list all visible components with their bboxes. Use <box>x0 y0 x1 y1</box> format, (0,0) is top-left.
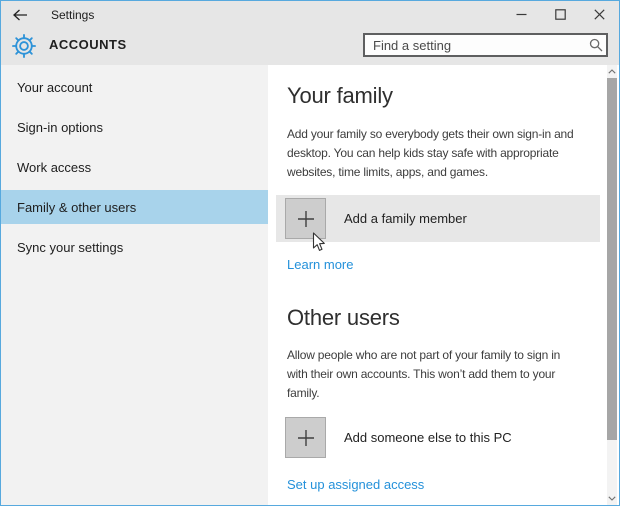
your-family-heading: Your family <box>287 83 393 108</box>
other-users-description-line: with their own accounts. This won’t add … <box>287 367 556 381</box>
maximize-icon <box>555 9 566 20</box>
page-header: ACCOUNTS <box>1 28 619 65</box>
add-family-member-button[interactable]: Add a family member <box>276 195 600 242</box>
close-icon <box>594 9 605 20</box>
chevron-up-icon <box>608 69 616 74</box>
minimize-button[interactable] <box>502 1 541 28</box>
your-family-description-line: websites, time limits, apps, and games. <box>287 165 488 179</box>
vertical-scrollbar[interactable] <box>607 65 617 505</box>
learn-more-link[interactable]: Learn more <box>287 257 353 272</box>
window-controls <box>502 1 619 28</box>
search-box <box>363 33 608 57</box>
close-button[interactable] <box>580 1 619 28</box>
add-family-member-label: Add a family member <box>344 211 467 226</box>
chevron-down-icon <box>608 496 616 501</box>
your-family-description-line: Add your family so everybody gets their … <box>287 127 574 141</box>
maximize-button[interactable] <box>541 1 580 28</box>
other-users-description-line: family. <box>287 386 320 400</box>
minimize-icon <box>516 13 527 16</box>
sidebar-item-family-other-users[interactable]: Family & other users <box>1 190 268 224</box>
settings-window: Settings ACCOUNTS Find a setting Your ac… <box>0 0 620 506</box>
other-users-heading: Other users <box>287 305 400 330</box>
search-input[interactable] <box>365 35 586 55</box>
sidebar-item-sync-your-settings[interactable]: Sync your settings <box>1 230 268 264</box>
sidebar-item-your-account[interactable]: Your account <box>1 70 268 104</box>
window-title: Settings <box>51 7 95 22</box>
back-button[interactable] <box>1 1 39 28</box>
plus-icon <box>285 198 326 239</box>
add-someone-else-label: Add someone else to this PC <box>344 430 512 445</box>
add-someone-else-button[interactable]: Add someone else to this PC <box>276 414 600 461</box>
scroll-down-button[interactable] <box>607 492 617 505</box>
your-family-description: Add your family so everybody gets their … <box>287 125 574 182</box>
sidebar-item-sign-in-options[interactable]: Sign-in options <box>1 110 268 144</box>
back-arrow-icon <box>13 9 27 20</box>
titlebar: Settings <box>1 1 619 28</box>
top-band: Settings ACCOUNTS Find a setting <box>1 1 619 65</box>
plus-icon <box>285 417 326 458</box>
sidebar-item-work-access[interactable]: Work access <box>1 150 268 184</box>
scroll-up-button[interactable] <box>607 65 617 78</box>
your-family-description-line: desktop. You can help kids stay safe wit… <box>287 146 559 160</box>
other-users-description: Allow people who are not part of your fa… <box>287 346 560 403</box>
set-up-assigned-access-link[interactable]: Set up assigned access <box>287 477 424 492</box>
page-title: ACCOUNTS <box>49 37 127 52</box>
gear-icon <box>12 34 36 58</box>
scrollbar-thumb[interactable] <box>607 78 617 440</box>
search-icon <box>586 35 606 55</box>
other-users-description-line: Allow people who are not part of your fa… <box>287 348 561 362</box>
main-content: Your family Add your family so everybody… <box>268 65 619 505</box>
sidebar: Your account Sign-in options Work access… <box>1 65 268 505</box>
